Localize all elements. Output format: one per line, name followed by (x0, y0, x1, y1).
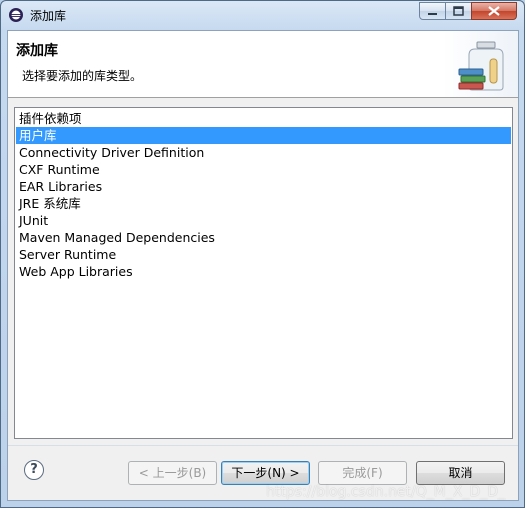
list-item[interactable]: Web App Libraries (16, 263, 511, 280)
maximize-icon (453, 6, 464, 16)
library-jar-icon (458, 41, 504, 91)
minimize-button[interactable] (419, 2, 446, 20)
list-item[interactable]: 插件依赖项 (16, 110, 511, 127)
title-bar[interactable]: 添加库 (1, 1, 524, 29)
back-button[interactable]: < 上一步(B) (128, 461, 217, 485)
library-type-list[interactable]: 插件依赖项 用户库 Connectivity Driver Definition… (14, 107, 513, 439)
list-item[interactable]: CXF Runtime (16, 161, 511, 178)
footer-divider (8, 445, 518, 446)
window-title: 添加库 (30, 9, 67, 23)
dialog-body: 添加库 选择要添加的库类型。 插件依赖项 用户库 Connectivity Dr… (7, 30, 519, 501)
list-item-selected[interactable]: 用户库 (16, 127, 511, 144)
help-icon: ? (30, 462, 38, 477)
list-item[interactable]: Server Runtime (16, 246, 511, 263)
minimize-icon (428, 13, 437, 15)
watermark-text: https://blog.csdn.net/Q_M_X_D_D_ (266, 484, 506, 500)
list-item[interactable]: JRE 系统库 (16, 195, 511, 212)
eclipse-app-icon (9, 8, 23, 22)
help-button[interactable]: ? (24, 460, 44, 480)
maximize-button[interactable] (445, 2, 472, 20)
header-banner (443, 31, 518, 97)
next-button[interactable]: 下一步(N) > (221, 461, 310, 485)
dialog-window: 添加库 添加库 选择要添加的库类型。 插件依赖项 用户库 Connectivit… (0, 0, 525, 508)
list-item[interactable]: JUnit (16, 212, 511, 229)
page-title: 添加库 (16, 43, 58, 59)
list-item[interactable]: Connectivity Driver Definition (16, 144, 511, 161)
close-icon (488, 6, 500, 16)
page-description: 选择要添加的库类型。 (22, 69, 143, 83)
finish-button[interactable]: 完成(F) (318, 461, 407, 485)
wizard-header: 添加库 选择要添加的库类型。 (8, 31, 518, 98)
close-button[interactable] (471, 2, 517, 20)
list-item[interactable]: Maven Managed Dependencies (16, 229, 511, 246)
list-item[interactable]: EAR Libraries (16, 178, 511, 195)
cancel-button[interactable]: 取消 (416, 461, 505, 485)
